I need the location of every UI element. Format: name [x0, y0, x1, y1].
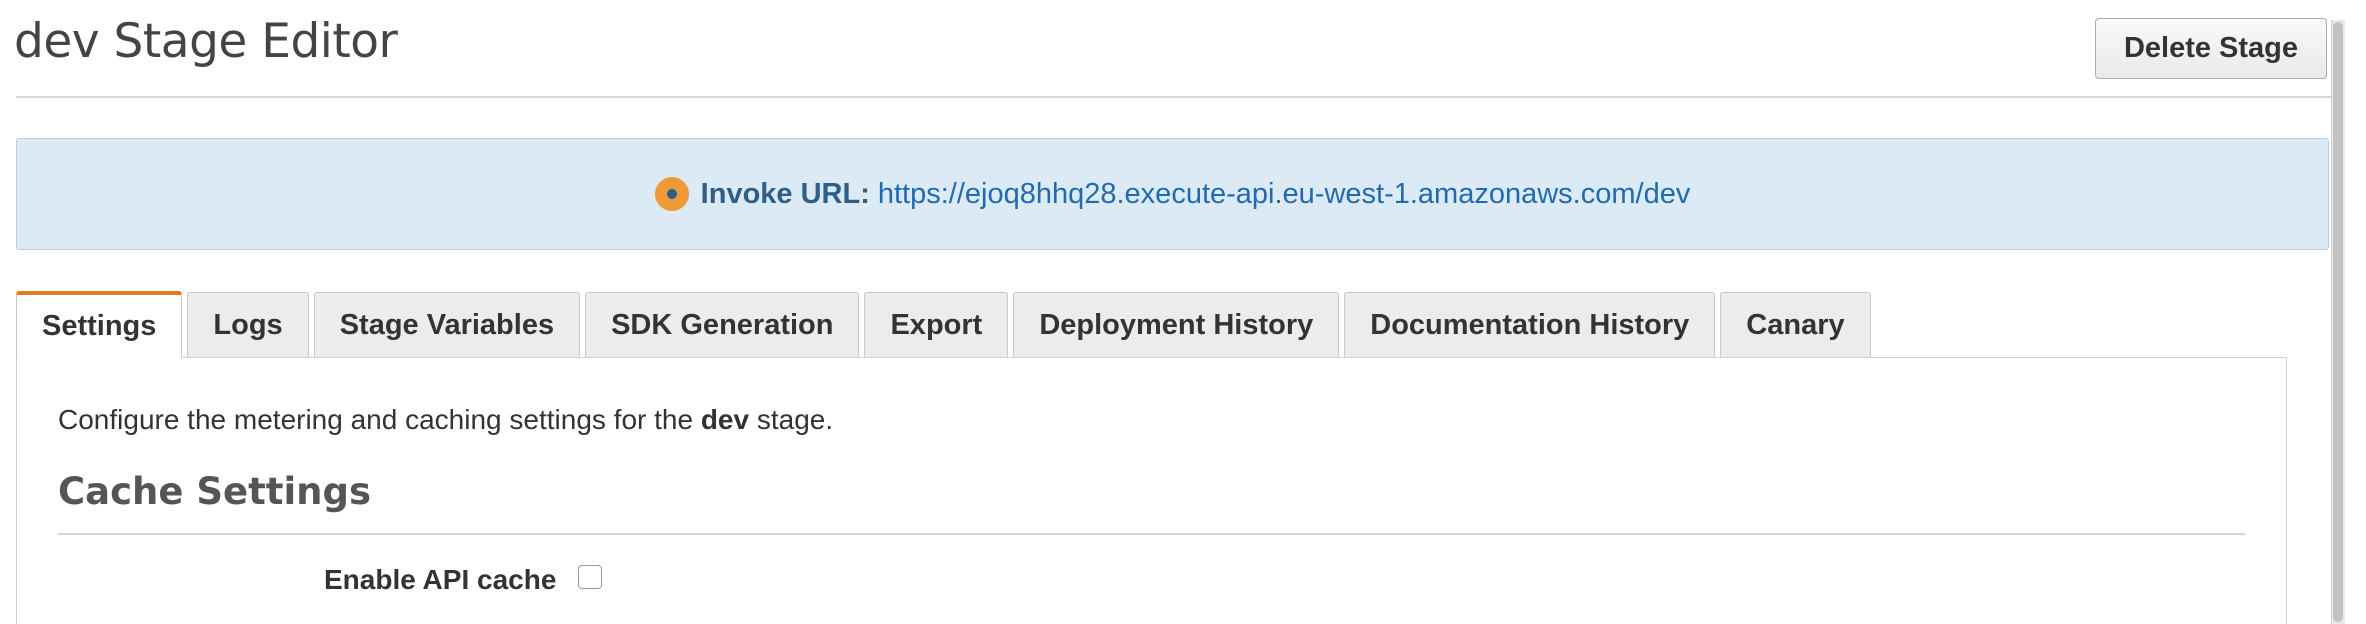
cache-settings-divider — [58, 533, 2245, 535]
tab-settings[interactable]: Settings — [16, 291, 183, 358]
invoke-url-banner: Invoke URL: https://ejoq8hhq28.execute-a… — [16, 138, 2329, 250]
description-prefix: Configure the metering and caching setti… — [58, 404, 701, 435]
settings-description: Configure the metering and caching setti… — [58, 404, 833, 436]
tab-export[interactable]: Export — [864, 292, 1009, 358]
page-title: dev Stage Editor — [14, 14, 398, 69]
delete-stage-button[interactable]: Delete Stage — [2095, 18, 2327, 79]
header-divider — [16, 96, 2332, 98]
tab-canary[interactable]: Canary — [1720, 292, 1871, 358]
invoke-url-link[interactable]: https://ejoq8hhq28.execute-api.eu-west-1… — [878, 178, 1690, 211]
tab-sdk-generation[interactable]: SDK Generation — [585, 292, 860, 358]
scrollbar-thumb[interactable] — [2333, 22, 2343, 622]
cache-settings-heading: Cache Settings — [58, 470, 372, 513]
tab-stage-variables[interactable]: Stage Variables — [313, 292, 581, 358]
stage-tabs: Settings Logs Stage Variables SDK Genera… — [16, 291, 1876, 358]
description-suffix: stage. — [749, 404, 834, 435]
stage-editor-page: dev Stage Editor Delete Stage Invoke URL… — [0, 0, 2366, 624]
invoke-url-label: Invoke URL: — [700, 177, 870, 210]
description-stage-name: dev — [700, 404, 750, 435]
tab-deployment-history[interactable]: Deployment History — [1013, 292, 1340, 358]
tab-logs[interactable]: Logs — [187, 292, 309, 358]
info-circle-icon — [654, 177, 689, 211]
enable-api-cache-label: Enable API cache — [324, 564, 557, 595]
tab-documentation-history[interactable]: Documentation History — [1344, 292, 1716, 358]
enable-api-cache-checkbox[interactable] — [578, 565, 602, 589]
